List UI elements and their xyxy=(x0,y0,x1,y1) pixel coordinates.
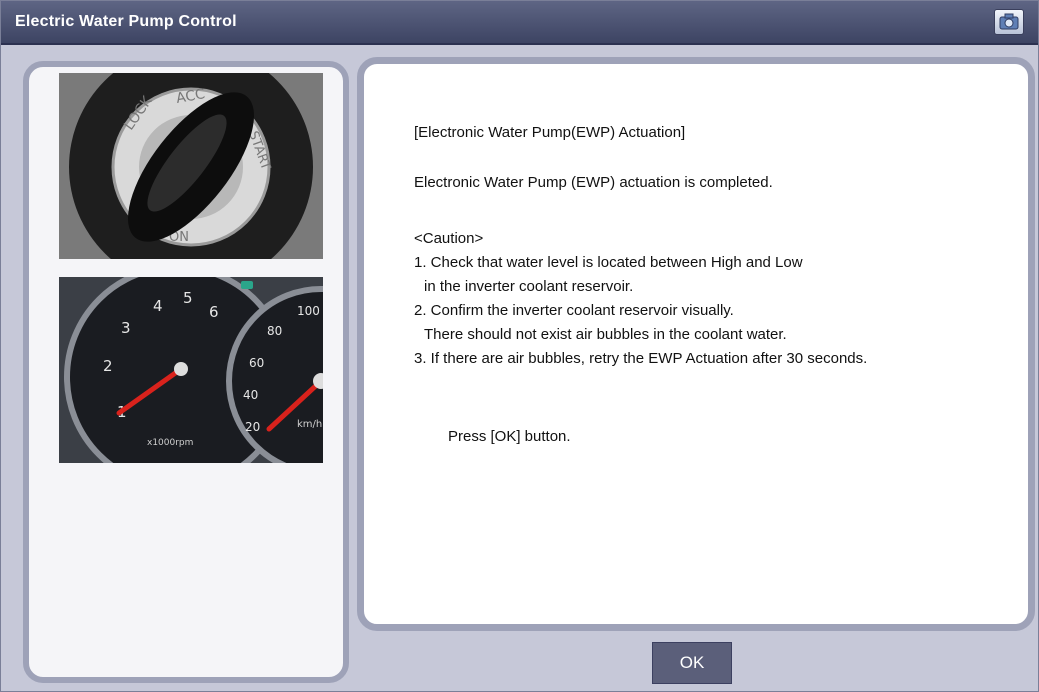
caution-item-2a: 2. Confirm the inverter coolant reservoi… xyxy=(414,302,734,319)
tachometer-image: 1 2 3 4 5 6 x1000rpm 20 40 60 80 100 km/… xyxy=(59,277,323,463)
tach-tick-3: 3 xyxy=(121,319,131,337)
caution-item-1a: 1. Check that water level is located bet… xyxy=(414,254,803,271)
caution-item-1b: in the inverter coolant reservoir. xyxy=(424,278,634,295)
window-title: Electric Water Pump Control xyxy=(15,13,237,30)
prompt-text: Press [OK] button. xyxy=(448,428,571,445)
message-heading: [Electronic Water Pump(EWP) Actuation] xyxy=(414,124,686,141)
tach-tick-5: 5 xyxy=(183,289,193,307)
speed-tick-60: 60 xyxy=(249,356,264,370)
speed-tick-100: 100 xyxy=(297,304,320,318)
speed-tick-40: 40 xyxy=(243,388,258,402)
title-bar: Electric Water Pump Control xyxy=(1,1,1038,45)
camera-icon[interactable] xyxy=(994,9,1024,35)
dialog-window: Electric Water Pump Control LOCK ACC STA… xyxy=(0,0,1039,692)
tach-tick-4: 4 xyxy=(153,297,163,315)
speed-unit: km/h xyxy=(297,419,322,430)
ignition-key-image: LOCK ACC START ON xyxy=(59,73,323,259)
caution-title: <Caution> xyxy=(414,230,484,247)
tach-unit: x1000rpm xyxy=(147,438,193,448)
speed-tick-20: 20 xyxy=(245,420,260,434)
ok-button[interactable]: OK xyxy=(652,642,732,684)
speed-tick-80: 80 xyxy=(267,324,282,338)
message-status: Electronic Water Pump (EWP) actuation is… xyxy=(414,174,773,191)
tach-tick-6: 6 xyxy=(209,303,219,321)
image-panel: LOCK ACC START ON 1 2 3 4 5 6 x1000rpm 2… xyxy=(23,61,349,683)
message-panel: [Electronic Water Pump(EWP) Actuation] E… xyxy=(357,57,1035,631)
caution-item-3: 3. If there are air bubbles, retry the E… xyxy=(414,350,868,367)
tach-tick-2: 2 xyxy=(103,357,113,375)
caution-item-2b: There should not exist air bubbles in th… xyxy=(424,326,787,343)
